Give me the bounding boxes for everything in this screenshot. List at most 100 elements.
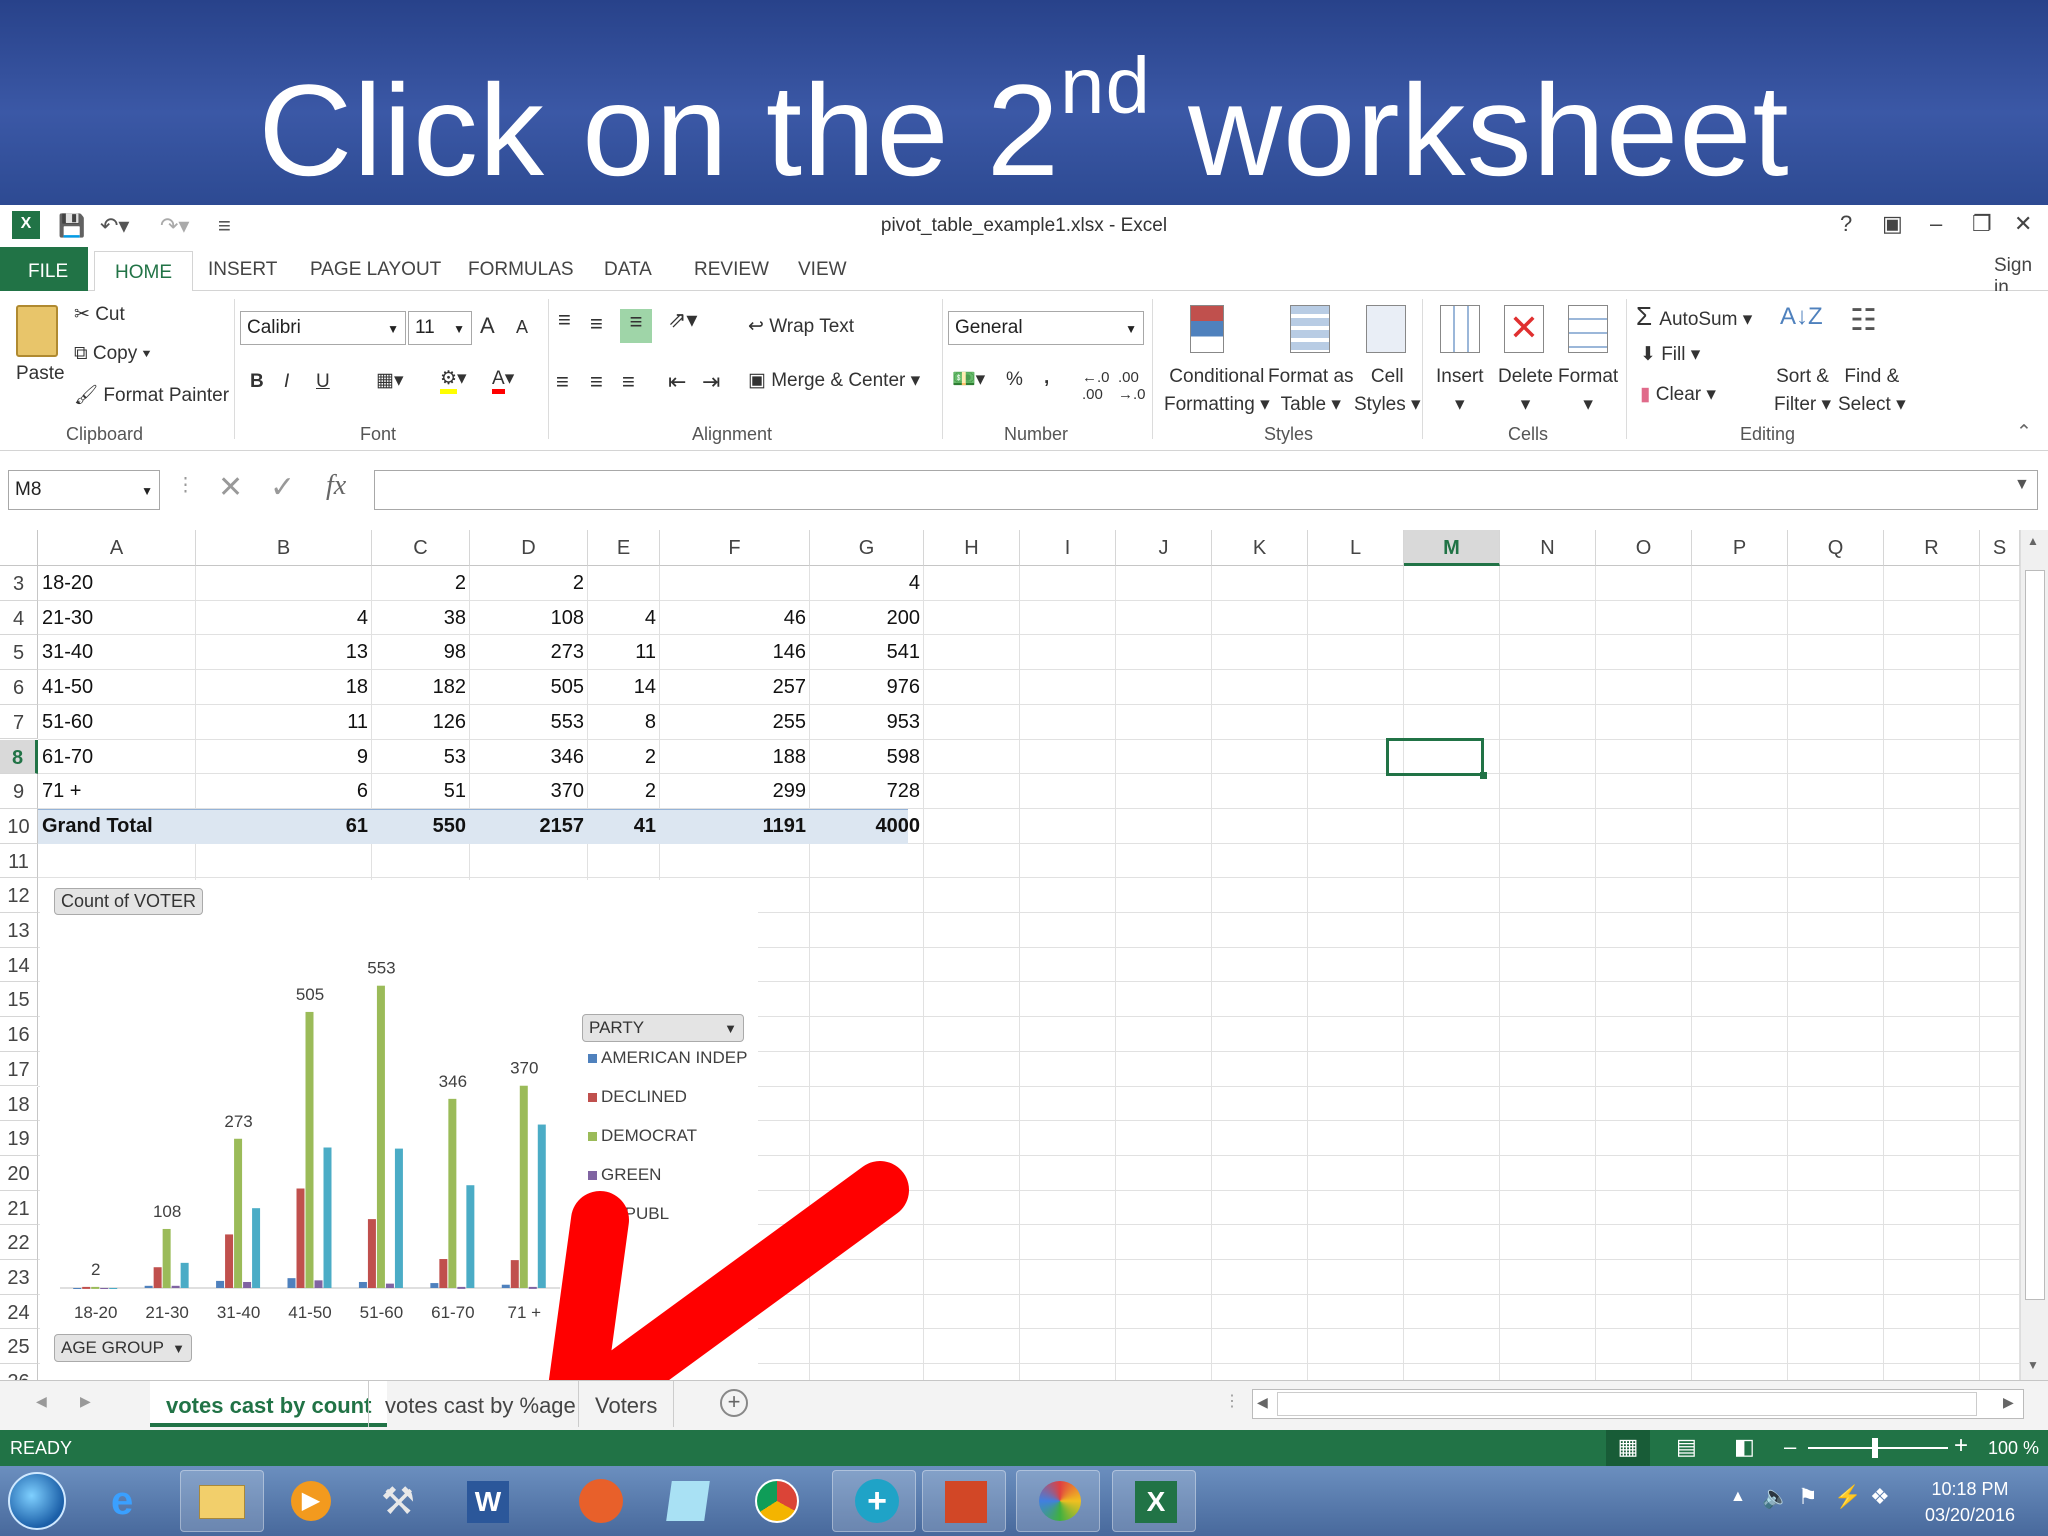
file-explorer-icon[interactable]	[180, 1470, 264, 1532]
row-header-8[interactable]: 8	[0, 739, 38, 775]
grow-font-button[interactable]: A	[480, 313, 495, 339]
sort-filter-icon[interactable]: A↓Z	[1780, 303, 1823, 331]
find-select-button[interactable]: Find & Select ▾	[1838, 363, 1906, 419]
value-cell[interactable]: 1191	[660, 815, 806, 838]
value-cell[interactable]: 46	[660, 607, 806, 630]
value-cell[interactable]: 273	[470, 641, 584, 664]
row-header-19[interactable]: 19	[0, 1121, 38, 1156]
value-cell[interactable]: 976	[810, 676, 920, 699]
bar-american-indep-61-70[interactable]	[430, 1283, 439, 1288]
column-header-f[interactable]: F	[660, 530, 810, 566]
cancel-icon[interactable]: ✕	[218, 470, 243, 505]
value-cell[interactable]: 146	[660, 641, 806, 664]
bold-button[interactable]: B	[250, 371, 264, 393]
bar-american-indep-51-60[interactable]	[358, 1281, 367, 1288]
zoom-slider[interactable]	[1808, 1447, 1948, 1449]
conditional-formatting-icon[interactable]	[1190, 305, 1224, 353]
tab-review[interactable]: REVIEW	[680, 255, 783, 291]
show-hidden-icons[interactable]: ▲	[1730, 1488, 1746, 1506]
office-app-icon[interactable]	[922, 1470, 1006, 1532]
value-cell[interactable]: 6	[196, 780, 368, 803]
column-header-r[interactable]: R	[1884, 530, 1980, 566]
expand-formula-bar-icon[interactable]: ▼	[2014, 476, 2030, 494]
value-cell[interactable]: 108	[470, 607, 584, 630]
value-cell[interactable]: 53	[372, 746, 466, 769]
value-cell[interactable]: 2	[588, 780, 656, 803]
row-header-22[interactable]: 22	[0, 1225, 38, 1260]
hscroll-thumb[interactable]	[1277, 1392, 1977, 1416]
column-header-k[interactable]: K	[1212, 530, 1308, 566]
bar-republ-51-60[interactable]	[394, 1148, 403, 1288]
column-header-h[interactable]: H	[924, 530, 1020, 566]
increase-indent-icon[interactable]: ⇥	[702, 369, 720, 395]
web-app-icon[interactable]	[556, 1470, 640, 1532]
value-cell[interactable]: 188	[660, 746, 806, 769]
cell-styles-icon[interactable]	[1366, 305, 1406, 353]
row-header-3[interactable]: 3	[0, 566, 38, 601]
bar-republ-21-30[interactable]	[180, 1262, 189, 1288]
column-header-l[interactable]: L	[1308, 530, 1404, 566]
row-header-20[interactable]: 20	[0, 1155, 38, 1191]
column-header-m[interactable]: M	[1404, 530, 1500, 566]
font-size-select[interactable]: 11 ▼	[408, 311, 472, 345]
fill-color-icon[interactable]: ⚙▾	[440, 367, 467, 394]
delete-cells-button[interactable]: Delete ▾	[1498, 363, 1553, 419]
value-cell[interactable]: 2	[372, 572, 466, 595]
select-all-corner[interactable]	[0, 530, 38, 566]
format-cells-icon[interactable]	[1568, 305, 1608, 353]
paste-button[interactable]: Paste	[16, 363, 65, 385]
fill-handle[interactable]	[1480, 772, 1487, 779]
merge-center-button[interactable]: ▣ Merge & Center ▾	[748, 369, 920, 392]
row-header-23[interactable]: 23	[0, 1260, 38, 1295]
name-box[interactable]: M8 ▼	[8, 470, 160, 510]
font-color-icon[interactable]: A▾	[492, 367, 514, 394]
value-cell[interactable]: 41	[588, 815, 656, 838]
value-cell[interactable]: 2	[588, 746, 656, 769]
format-painter-button[interactable]: 🖌 Format Painter	[74, 383, 229, 407]
underline-button[interactable]: U	[316, 371, 330, 393]
font-name-select[interactable]: Calibri ▼	[240, 311, 406, 345]
chrome-icon[interactable]	[732, 1470, 816, 1532]
bar-democrat-18-20[interactable]	[91, 1286, 100, 1289]
row-label-cell[interactable]: 31-40	[42, 641, 93, 664]
row-label-cell[interactable]: 71 +	[42, 780, 81, 803]
increase-decimal-icon[interactable]: ←.0.00	[1082, 369, 1110, 403]
paint-icon[interactable]	[1016, 1470, 1100, 1532]
row-header-18[interactable]: 18	[0, 1086, 38, 1122]
row-header-21[interactable]: 21	[0, 1190, 38, 1226]
binoculars-icon[interactable]: ☷	[1850, 303, 1877, 338]
column-header-s[interactable]: S	[1980, 530, 2020, 566]
value-cell[interactable]: 2	[470, 572, 584, 595]
column-header-a[interactable]: A	[38, 530, 196, 566]
bar-declined-51-60[interactable]	[367, 1219, 376, 1288]
bar-green-21-30[interactable]	[171, 1285, 180, 1288]
help-icon[interactable]: ?	[1840, 211, 1852, 237]
page-layout-view-icon[interactable]: ▤	[1676, 1434, 1697, 1460]
sign-in-link[interactable]: Sign in	[1980, 251, 2048, 298]
bar-declined-21-30[interactable]	[153, 1267, 162, 1288]
tab-page-layout[interactable]: PAGE LAYOUT	[296, 255, 455, 291]
bar-american-indep-71-[interactable]	[501, 1284, 510, 1288]
value-cell[interactable]: 728	[810, 780, 920, 803]
accounting-format-icon[interactable]: 💵▾	[952, 367, 985, 391]
delete-cells-icon[interactable]: ✕	[1504, 305, 1544, 353]
cut-button[interactable]: ✂ Cut	[74, 303, 125, 326]
row-header-13[interactable]: 13	[0, 913, 38, 948]
row-header-14[interactable]: 14	[0, 947, 38, 983]
field-button-count-of-voter[interactable]: Count of VOTER	[54, 888, 204, 915]
row-header-6[interactable]: 6	[0, 670, 38, 705]
zoom-in-icon[interactable]: +	[1954, 1432, 1968, 1460]
insert-function-icon[interactable]: fx	[326, 470, 346, 502]
decrease-indent-icon[interactable]: ⇤	[668, 369, 686, 395]
close-icon[interactable]: ✕	[2014, 211, 2032, 237]
row-header-16[interactable]: 16	[0, 1017, 38, 1052]
align-top-icon[interactable]: ≡	[558, 307, 571, 333]
value-cell[interactable]: 598	[810, 746, 920, 769]
value-cell[interactable]: 346	[470, 746, 584, 769]
comma-button[interactable]: ,	[1044, 367, 1049, 389]
value-cell[interactable]: 2157	[470, 815, 585, 838]
value-cell[interactable]: 14	[588, 676, 656, 699]
tab-insert[interactable]: INSERT	[194, 255, 291, 291]
clock[interactable]: 10:18 PM 03/20/2016	[1920, 1476, 2020, 1528]
horizontal-scrollbar[interactable]: ◀ ▶	[1252, 1389, 2024, 1419]
